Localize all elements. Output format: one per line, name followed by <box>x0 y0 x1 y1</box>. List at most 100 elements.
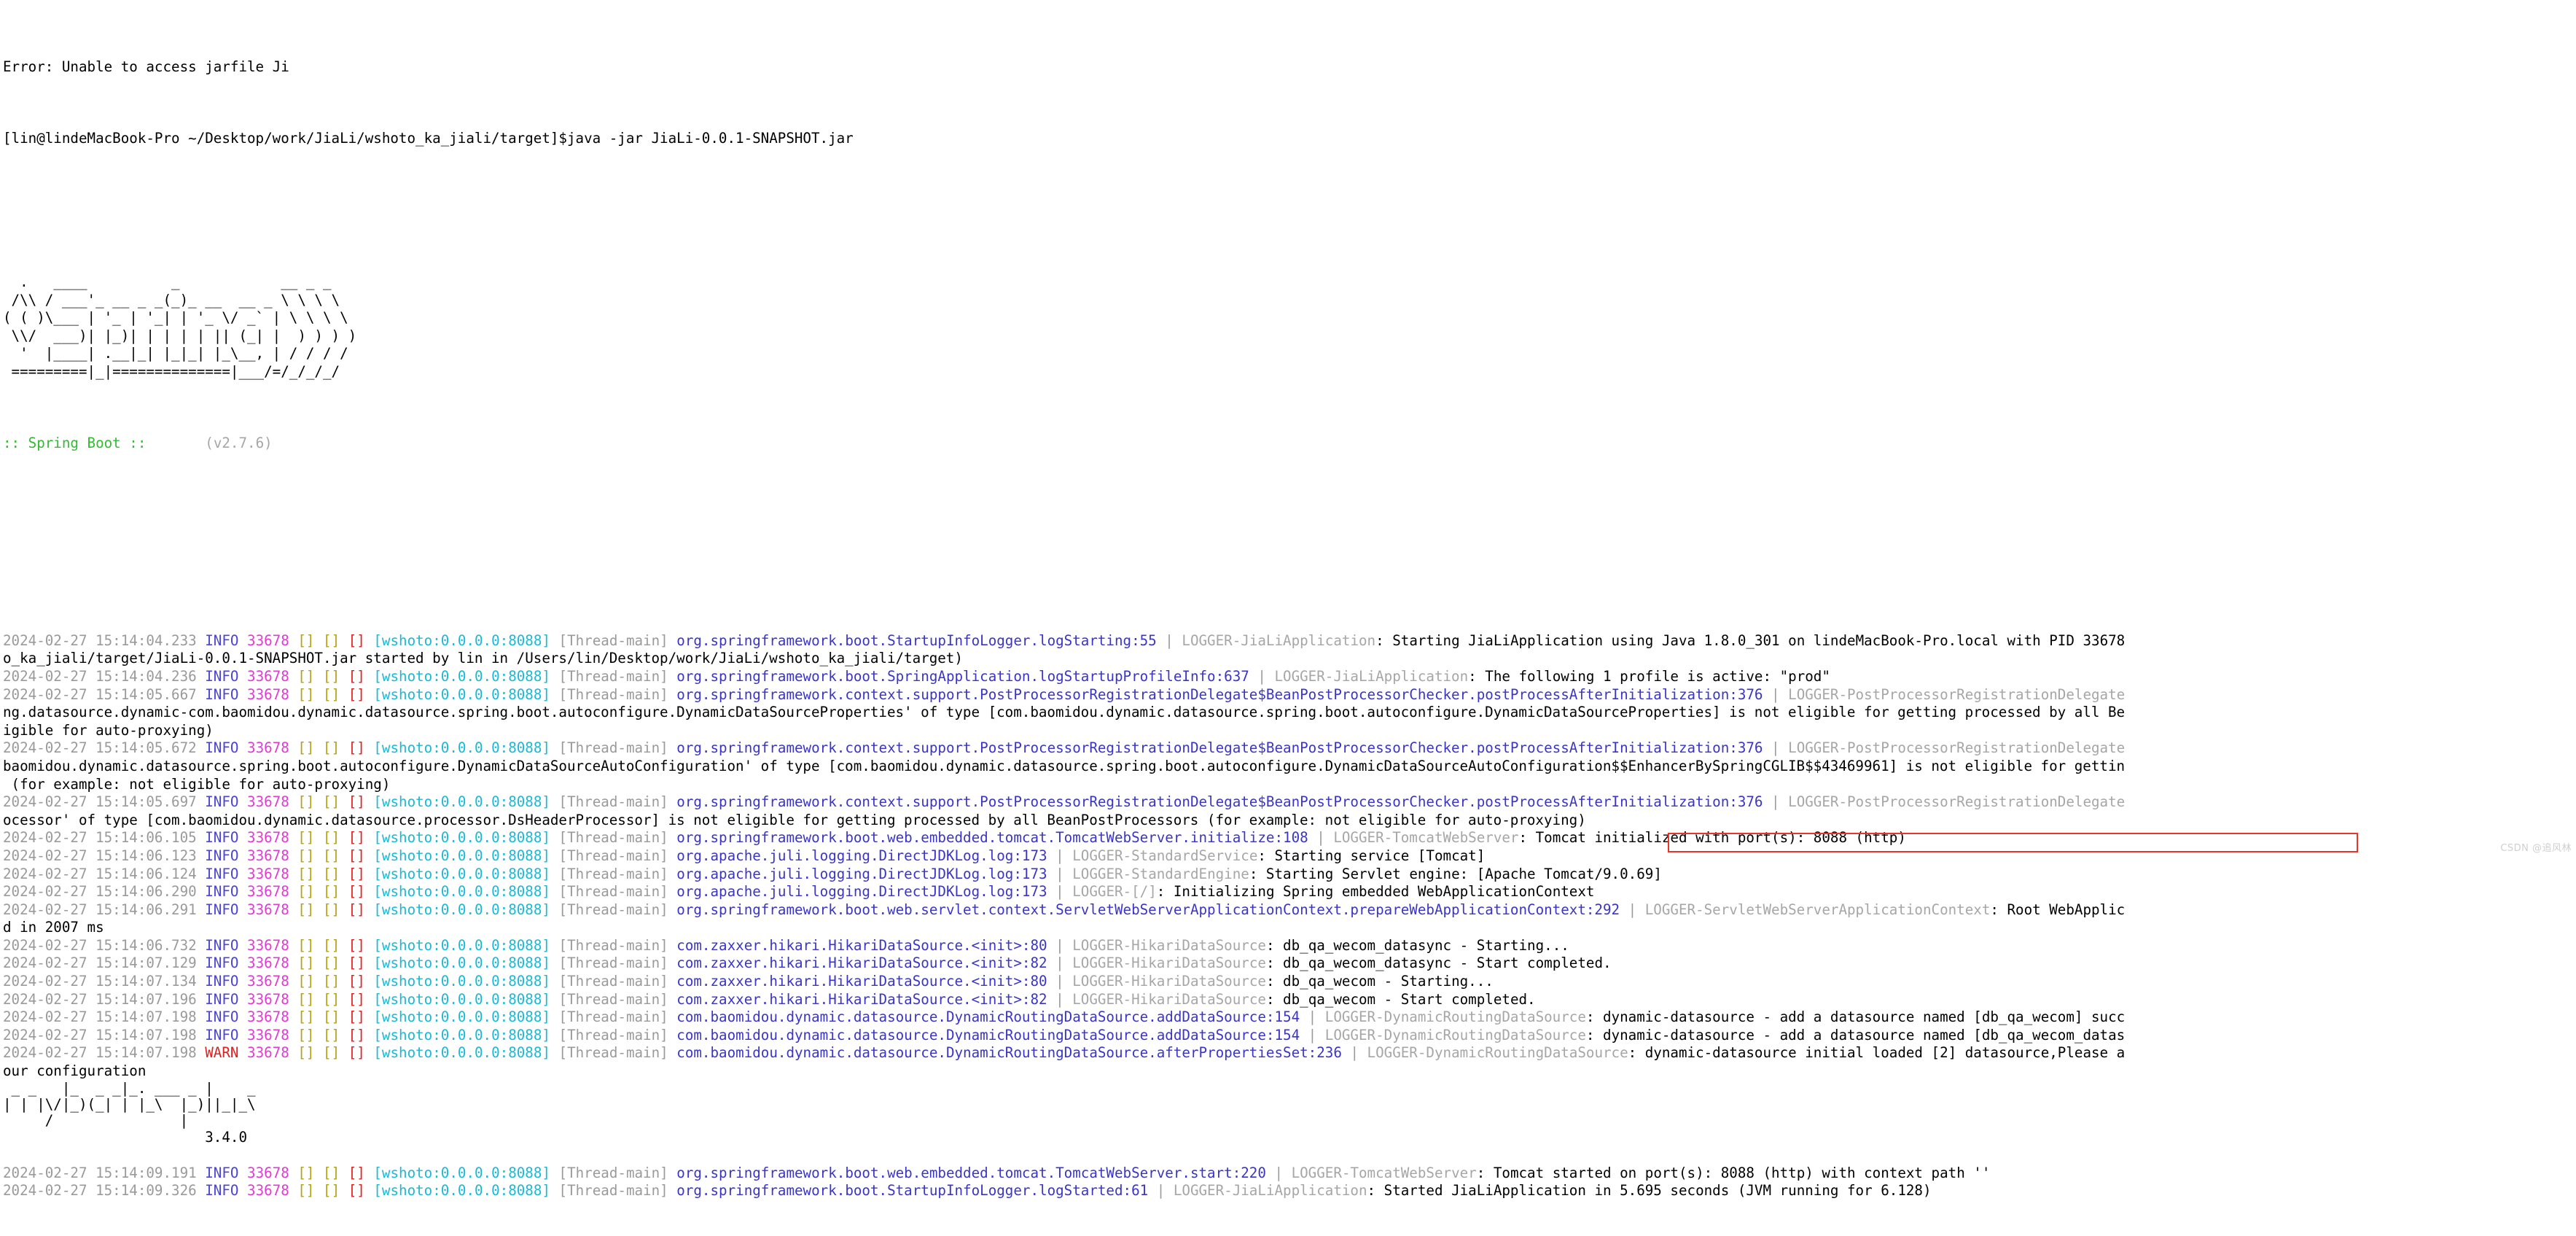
log-space-4 <box>340 991 348 1008</box>
log-separator: | <box>1763 685 1789 703</box>
log-wrap-text: ng.datasource.dynamic-com.baomidou.dynam… <box>3 704 2126 721</box>
log-level: INFO <box>205 829 239 847</box>
log-space-7 <box>668 991 677 1008</box>
log-bracket-2: [] <box>323 1008 340 1026</box>
log-timestamp: 2024-02-27 15:14:06.105 <box>3 829 206 847</box>
log-pid: 33678 <box>247 1182 289 1200</box>
log-thread: [Thread-main] <box>558 829 668 847</box>
log-bracket-1: [] <box>297 685 315 703</box>
log-logger-class: org.springframework.boot.StartupInfoLogg… <box>676 1182 1149 1200</box>
log-thread: [Thread-main] <box>558 667 668 685</box>
log-logger-class: org.springframework.boot.StartupInfoLogg… <box>676 631 1157 649</box>
log-space-6 <box>550 632 559 649</box>
log-bracket-3: [] <box>348 793 365 811</box>
log-logger-name: LOGGER-StandardEngine <box>1072 865 1249 882</box>
log-level: INFO <box>205 685 239 703</box>
log-message: : Tomcat started on port(s): 8088 (http)… <box>1476 1164 1991 1181</box>
log-bracket-1: [] <box>297 865 315 882</box>
log-thread: [Thread-main] <box>558 883 668 901</box>
log-bracket-1: [] <box>297 1182 315 1200</box>
log-bracket-2: [] <box>323 990 340 1008</box>
log-space-7 <box>668 847 677 864</box>
shell-prompt-line[interactable]: [lin@lindeMacBook-Pro ~/Desktop/work/Jia… <box>3 130 2576 148</box>
log-logger-class: com.zaxxer.hikari.HikariDataSource.<init… <box>676 955 1047 972</box>
log-bracket-3: [] <box>348 847 365 864</box>
log-timestamp: 2024-02-27 15:14:06.291 <box>3 901 206 918</box>
log-thread: [Thread-main] <box>558 739 668 757</box>
log-space-3 <box>314 1182 323 1199</box>
log-space-1 <box>238 829 247 846</box>
log-bracket-3: [] <box>348 685 365 703</box>
log-logger-class: com.zaxxer.hikari.HikariDataSource.<init… <box>676 990 1047 1008</box>
log-bracket-3: [] <box>348 631 365 649</box>
log-space-5 <box>365 1165 374 1181</box>
log-bracket-1: [] <box>297 1044 315 1062</box>
log-app-tag: [wshoto:0.0.0.0:8088] <box>373 936 550 954</box>
log-message: : db_qa_wecom_datasync - Start completed… <box>1265 955 1612 972</box>
log-timestamp: 2024-02-27 15:14:07.198 <box>3 1044 206 1062</box>
log-logger-class: com.zaxxer.hikari.HikariDataSource.<init… <box>676 973 1047 990</box>
log-pid: 33678 <box>247 973 289 990</box>
log-separator: | <box>1047 847 1073 864</box>
log-pid: 33678 <box>247 631 289 649</box>
log-logger-name: LOGGER-JiaLiApplication <box>1173 1182 1367 1200</box>
log-message: : Started JiaLiApplication in 5.695 seco… <box>1367 1182 1932 1200</box>
log-space-1 <box>238 1165 247 1181</box>
log-timestamp: 2024-02-27 15:14:06.124 <box>3 865 206 882</box>
terminal-window[interactable]: Error: Unable to access jarfile Ji [lin@… <box>0 0 2576 1199</box>
log-line: 2024-02-27 15:14:06.291 INFO 33678 [] []… <box>3 901 2576 920</box>
log-level: INFO <box>205 990 239 1008</box>
log-space-6 <box>550 1027 559 1043</box>
log-space-6 <box>550 937 559 954</box>
log-space-2 <box>289 1044 298 1061</box>
log-separator: | <box>1156 631 1182 649</box>
log-app-tag: [wshoto:0.0.0.0:8088] <box>373 1164 550 1181</box>
log-bracket-3: [] <box>348 829 365 847</box>
log-logger-name: LOGGER-ServletWebServerApplicationContex… <box>1644 901 1991 918</box>
log-message: : dynamic-datasource initial loaded [2] … <box>1628 1044 2126 1062</box>
log-app-tag: [wshoto:0.0.0.0:8088] <box>373 793 550 811</box>
log-space-1 <box>238 1182 247 1199</box>
log-space-1 <box>238 937 247 954</box>
log-message: : Tomcat initialized with port(s): 8088 … <box>1518 829 1906 847</box>
log-bracket-3: [] <box>348 739 365 757</box>
log-logger-name: LOGGER-DynamicRoutingDataSource <box>1324 1026 1586 1043</box>
blank-line-mybatis <box>3 1146 2576 1165</box>
log-space-3 <box>314 1008 323 1025</box>
log-space-1 <box>238 739 247 756</box>
log-space-5 <box>365 1182 374 1199</box>
log-logger-name: LOGGER-HikariDataSource <box>1072 990 1266 1008</box>
log-thread: [Thread-main] <box>558 1026 668 1043</box>
log-logger-class: org.springframework.context.support.Post… <box>676 685 1763 703</box>
log-message: : Starting service [Tomcat] <box>1257 847 1486 864</box>
log-timestamp: 2024-02-27 15:14:09.326 <box>3 1182 206 1200</box>
log-level: INFO <box>205 739 239 757</box>
log-separator: | <box>1763 793 1789 811</box>
log-logger-name: LOGGER-StandardService <box>1072 847 1258 864</box>
log-bracket-1: [] <box>297 901 315 918</box>
log-space-6 <box>550 955 559 971</box>
log-app-tag: [wshoto:0.0.0.0:8088] <box>373 1008 550 1026</box>
log-space-7 <box>668 1182 677 1199</box>
log-space-5 <box>365 973 374 990</box>
log-space-7 <box>668 937 677 954</box>
log-space-4 <box>340 1044 348 1061</box>
log-app-tag: [wshoto:0.0.0.0:8088] <box>373 901 550 918</box>
log-timestamp: 2024-02-27 15:14:05.672 <box>3 739 206 757</box>
log-timestamp: 2024-02-27 15:14:07.196 <box>3 990 206 1008</box>
log-bracket-1: [] <box>297 1026 315 1043</box>
log-bracket-2: [] <box>323 847 340 864</box>
log-logger-class: com.baomidou.dynamic.datasource.DynamicR… <box>676 1026 1300 1043</box>
log-line: 2024-02-27 15:14:06.105 INFO 33678 [] []… <box>3 829 2576 847</box>
mybatis-plus-version: 3.4.0 <box>3 1128 248 1146</box>
log-level: INFO <box>205 936 239 954</box>
log-space-4 <box>340 739 348 756</box>
log-line: 2024-02-27 15:14:05.697 INFO 33678 [] []… <box>3 793 2576 812</box>
log-line: 2024-02-27 15:14:09.191 INFO 33678 [] []… <box>3 1165 2576 1183</box>
log-space-7 <box>668 1165 677 1181</box>
log-message: : Starting JiaLiApplication using Java 1… <box>1375 631 2126 649</box>
log-space-6 <box>550 1165 559 1181</box>
log-space-2 <box>289 901 298 918</box>
log-space-5 <box>365 668 374 685</box>
log-level: INFO <box>205 631 239 649</box>
